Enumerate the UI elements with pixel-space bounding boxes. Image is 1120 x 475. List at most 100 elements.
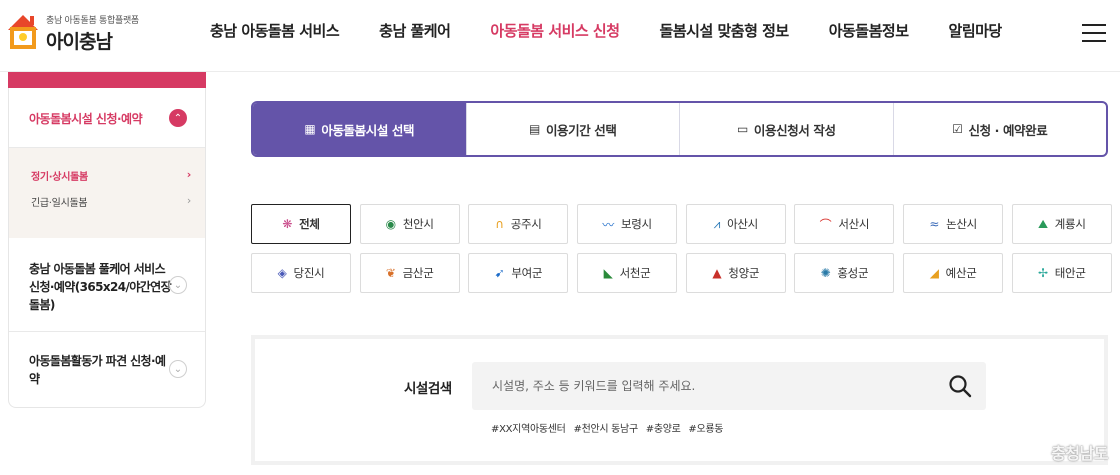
step-label: 이용기간 선택 xyxy=(545,122,617,138)
region-label: 당진시 xyxy=(293,266,325,280)
region-button-cheonan[interactable]: ◉ 천안시 xyxy=(359,204,460,244)
step-label: 신청 · 예약완료 xyxy=(968,122,1048,138)
chevron-right-icon: › xyxy=(186,168,192,181)
sidebar-sub-item-emergency[interactable]: 긴급·일시돌봄 › xyxy=(9,194,205,220)
region-label: 계룡시 xyxy=(1054,217,1086,231)
all-regions-icon: ❋ xyxy=(282,217,293,231)
step-complete[interactable]: ☑ 신청 · 예약완료 xyxy=(892,103,1107,155)
region-label: 부여군 xyxy=(511,266,543,280)
buyeo-emblem-icon: ➹ xyxy=(494,266,505,280)
sidebar-accent-bar xyxy=(8,72,206,88)
nav-item-notice[interactable]: 알림마당 xyxy=(949,20,1003,41)
region-label: 전체 xyxy=(299,217,320,231)
region-label: 공주시 xyxy=(510,217,542,231)
site-logo[interactable]: 충남 아동돌봄 통합플랫폼 아이충남 xyxy=(6,10,139,54)
asan-emblem-icon: ⩘ xyxy=(713,216,721,231)
calendar-icon: ▤ xyxy=(528,122,540,136)
region-button-yesan[interactable]: ◢ 예산군 xyxy=(903,253,1004,293)
region-button-taean[interactable]: ✢ 태안군 xyxy=(1011,253,1112,293)
house-logo-icon xyxy=(6,10,40,50)
cheongyang-emblem-icon: ▲ xyxy=(712,266,722,280)
search-label: 시설검색 xyxy=(404,381,452,397)
sidebar-section-caregiver-dispatch[interactable]: 아동돌봄활동가 파견 신청·예약 ⌄ xyxy=(9,332,205,406)
search-icon[interactable] xyxy=(948,374,972,398)
menu-icon[interactable] xyxy=(1082,24,1106,44)
seosan-emblem-icon: ⌒ xyxy=(819,217,832,232)
region-label: 서산시 xyxy=(838,217,870,231)
region-button-hongseong[interactable]: ✺ 홍성군 xyxy=(794,253,895,293)
sidebar-section-title: 아동돌봄시설 신청·예약 xyxy=(29,112,143,126)
region-button-seocheon[interactable]: ◣ 서천군 xyxy=(577,253,678,293)
chevron-down-icon[interactable]: ⌄ xyxy=(169,276,187,294)
sidebar-sub-item-label: 긴급·일시돌봄 xyxy=(31,198,88,209)
region-button-boryeong[interactable]: 〰 보령시 xyxy=(577,204,678,244)
building-icon: ▦ xyxy=(304,122,316,136)
region-button-seosan[interactable]: ⌒ 서산시 xyxy=(794,204,895,244)
search-tag[interactable]: #충양로 xyxy=(646,424,681,435)
seocheon-emblem-icon: ◣ xyxy=(603,266,613,280)
region-label: 아산시 xyxy=(727,217,758,231)
chevron-down-icon[interactable]: ⌄ xyxy=(169,360,187,378)
region-label: 서천군 xyxy=(619,266,651,280)
taean-emblem-icon: ✢ xyxy=(1038,266,1048,280)
cheonan-emblem-icon: ◉ xyxy=(385,217,396,231)
logo-title: 아이충남 xyxy=(46,31,113,53)
hongseong-emblem-icon: ✺ xyxy=(820,266,831,280)
step-write-form[interactable]: ▭ 이용신청서 작성 xyxy=(679,103,893,155)
sidebar-section-title: 아동돌봄활동가 파견 신청·예약 xyxy=(29,354,166,386)
gongju-emblem-icon: ∩ xyxy=(495,217,504,231)
main-nav: 충남 아동돌봄 서비스 충남 풀케어 아동돌봄 서비스 신청 돌봄시설 맞춤형 … xyxy=(190,20,1022,41)
nav-item-facility-info[interactable]: 돌봄시설 맞춤형 정보 xyxy=(660,20,790,41)
region-button-buyeo[interactable]: ➹ 부여군 xyxy=(468,253,569,293)
search-field xyxy=(472,362,986,410)
search-input[interactable] xyxy=(472,362,986,410)
step-label: 이용신청서 작성 xyxy=(753,122,836,138)
region-button-gyeryong[interactable]: ⛰ 계룡시 xyxy=(1011,204,1112,244)
nav-item-care-info[interactable]: 아동돌봄정보 xyxy=(829,20,909,41)
watermark: 충청남도 xyxy=(1051,444,1108,463)
region-button-cheongyang[interactable]: ▲ 청양군 xyxy=(685,253,786,293)
sidebar-section-fullcare-apply[interactable]: 충남 아동돌봄 풀케어 서비스 신청·예약(365x24/야간연장돌봄) ⌄ xyxy=(9,238,205,332)
region-button-dangjin[interactable]: ◈ 당진시 xyxy=(251,253,351,293)
site-header: 충남 아동돌봄 통합플랫폼 아이충남 충남 아동돌봄 서비스 충남 풀케어 아동… xyxy=(0,0,1120,72)
gyeryong-emblem-icon: ⛰ xyxy=(1038,216,1048,231)
region-button-gongju[interactable]: ∩ 공주시 xyxy=(468,204,569,244)
region-filter-grid: ❋ 전체 ◉ 천안시 ∩ 공주시 〰 보령시 ⩘ 아산시 ⌒ 서산시 ≈ 논산시 ⛰ 계룡시 ◈… xyxy=(251,204,1112,293)
check-circle-icon: ☑ xyxy=(952,122,963,136)
yesan-emblem-icon: ◢ xyxy=(929,266,939,280)
sidebar-sub-item-label: 정기·상시돌봄 xyxy=(31,172,88,183)
region-label: 논산시 xyxy=(946,217,977,231)
region-label: 천안시 xyxy=(402,217,434,231)
nav-item-fullcare[interactable]: 충남 풀케어 xyxy=(379,20,451,41)
nonsan-emblem-icon: ≈ xyxy=(929,217,940,231)
region-label: 청양군 xyxy=(728,266,760,280)
nav-item-service[interactable]: 충남 아동돌봄 서비스 xyxy=(210,20,340,41)
search-tag[interactable]: #오룡동 xyxy=(688,424,723,435)
step-label: 아동돌봄시설 선택 xyxy=(321,122,415,138)
step-select-period[interactable]: ▤ 이용기간 선택 xyxy=(465,103,680,155)
region-button-all[interactable]: ❋ 전체 xyxy=(251,204,351,244)
dangjin-emblem-icon: ◈ xyxy=(277,266,287,280)
region-label: 태안군 xyxy=(1054,266,1086,280)
chevron-up-icon[interactable]: ⌃ xyxy=(169,109,187,127)
region-label: 홍성군 xyxy=(837,266,869,280)
form-icon: ▭ xyxy=(736,122,748,136)
sidebar-sub-item-regular[interactable]: 정기·상시돌봄 › xyxy=(9,168,205,194)
facility-search-panel: 시설검색 #XX지역아동센터 #천안시 동남구 #충양로 #오룡동 xyxy=(251,335,1108,465)
step-select-facility[interactable]: ▦ 아동돌봄시설 선택 xyxy=(253,103,466,155)
sidebar: 아동돌봄시설 신청·예약 ⌃ 정기·상시돌봄 › 긴급·일시돌봄 › 충남 아동… xyxy=(8,72,206,408)
chevron-right-icon: › xyxy=(186,194,191,207)
geumsan-emblem-icon: ❦ xyxy=(385,266,396,280)
boryeong-emblem-icon: 〰 xyxy=(602,217,614,232)
sidebar-sub-list: 정기·상시돌봄 › 긴급·일시돌봄 › xyxy=(9,148,205,238)
sidebar-section-title: 충남 아동돌봄 풀케어 서비스 신청·예약(365x24/야간연장돌봄) xyxy=(29,262,172,312)
region-button-geumsan[interactable]: ❦ 금산군 xyxy=(359,253,460,293)
search-tag[interactable]: #천안시 동남구 xyxy=(573,424,638,435)
region-button-nonsan[interactable]: ≈ 논산시 xyxy=(903,204,1004,244)
region-button-asan[interactable]: ⩘ 아산시 xyxy=(685,204,786,244)
region-label: 금산군 xyxy=(402,266,434,280)
search-tag[interactable]: #XX지역아동센터 xyxy=(491,424,566,435)
search-keyword-tags: #XX지역아동센터 #천안시 동남구 #충양로 #오룡동 xyxy=(491,420,728,435)
sidebar-section-facility-apply[interactable]: 아동돌봄시설 신청·예약 ⌃ xyxy=(9,88,205,148)
nav-item-apply[interactable]: 아동돌봄 서비스 신청 xyxy=(490,20,620,41)
